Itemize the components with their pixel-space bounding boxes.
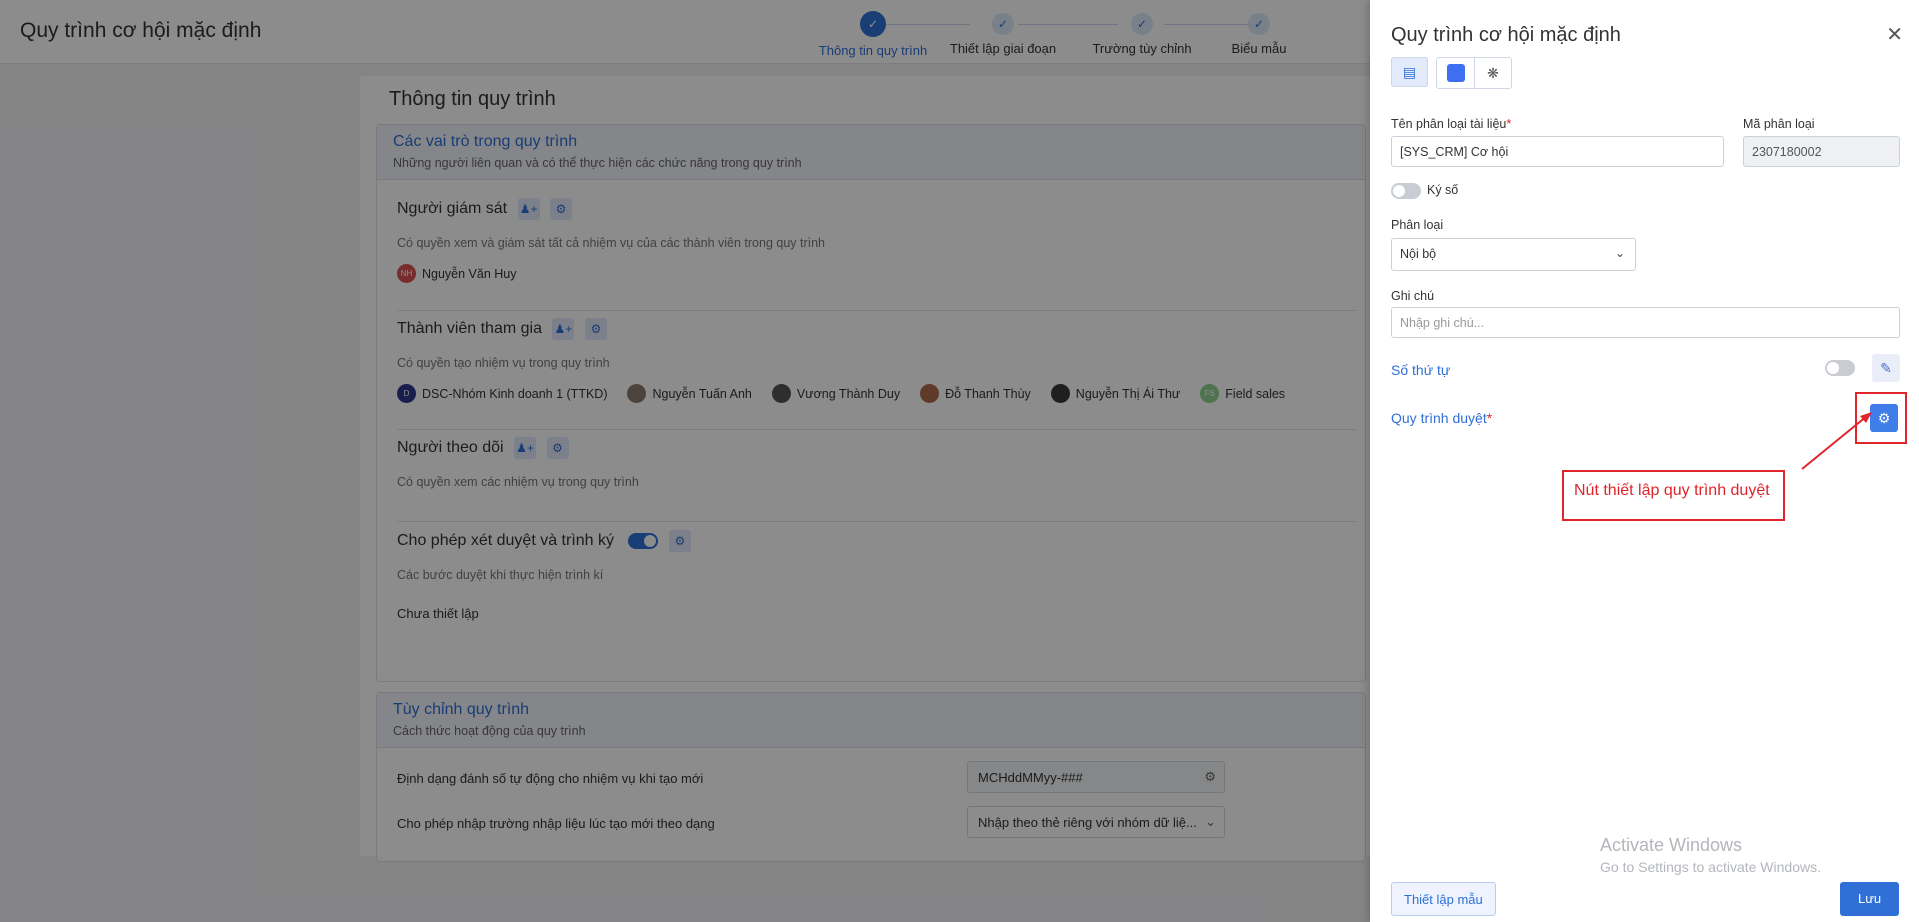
digital-sign-label: Ký số	[1427, 183, 1459, 197]
drawer-title: Quy trình cơ hội mặc định	[1391, 24, 1621, 46]
doc-type-code-label: Mã phân loại	[1743, 117, 1815, 131]
windows-watermark-subtitle: Go to Settings to activate Windows.	[1600, 859, 1821, 875]
appearance-tab-group: ❋	[1436, 57, 1512, 89]
category-label: Phân loại	[1391, 218, 1444, 232]
highlight-box	[1855, 392, 1907, 444]
sequence-toggle[interactable]	[1825, 360, 1855, 376]
windows-watermark-title: Activate Windows	[1600, 835, 1743, 855]
color-swatch-button[interactable]	[1437, 58, 1474, 88]
doc-type-code-input: 2307180002	[1743, 136, 1900, 167]
chevron-down-icon: ⌄	[1614, 246, 1625, 260]
modal-overlay[interactable]	[0, 0, 1370, 922]
callout-label: Nút thiết lập quy trình duyệt	[1562, 470, 1785, 521]
note-label: Ghi chú	[1391, 289, 1435, 303]
drawer-tabs: ▤ ❋	[1391, 57, 1512, 89]
document-icon[interactable]: ▤	[1391, 57, 1428, 87]
sequence-label: Số thứ tự	[1391, 362, 1451, 378]
settings-drawer: Quy trình cơ hội mặc định ✕ ▤ ❋ Tên phân…	[1370, 0, 1919, 922]
category-select[interactable]: Nội bộ ⌄	[1391, 238, 1636, 271]
doc-type-name-label: Tên phân loại tài liệu*	[1391, 117, 1512, 131]
template-setup-button[interactable]: Thiết lập mẫu	[1391, 882, 1496, 916]
palette-icon[interactable]: ❋	[1474, 58, 1511, 88]
edit-icon[interactable]: ✎	[1872, 354, 1900, 382]
doc-type-name-input[interactable]: [SYS_CRM] Cơ hội	[1391, 136, 1724, 167]
approval-flow-label: Quy trình duyệt*	[1391, 410, 1493, 426]
color-swatch	[1446, 64, 1465, 82]
save-button[interactable]: Lưu	[1840, 882, 1900, 916]
close-icon[interactable]: ✕	[1886, 22, 1903, 47]
digital-sign-toggle[interactable]	[1391, 183, 1421, 199]
note-input[interactable]: Nhập ghi chú...	[1391, 307, 1900, 338]
